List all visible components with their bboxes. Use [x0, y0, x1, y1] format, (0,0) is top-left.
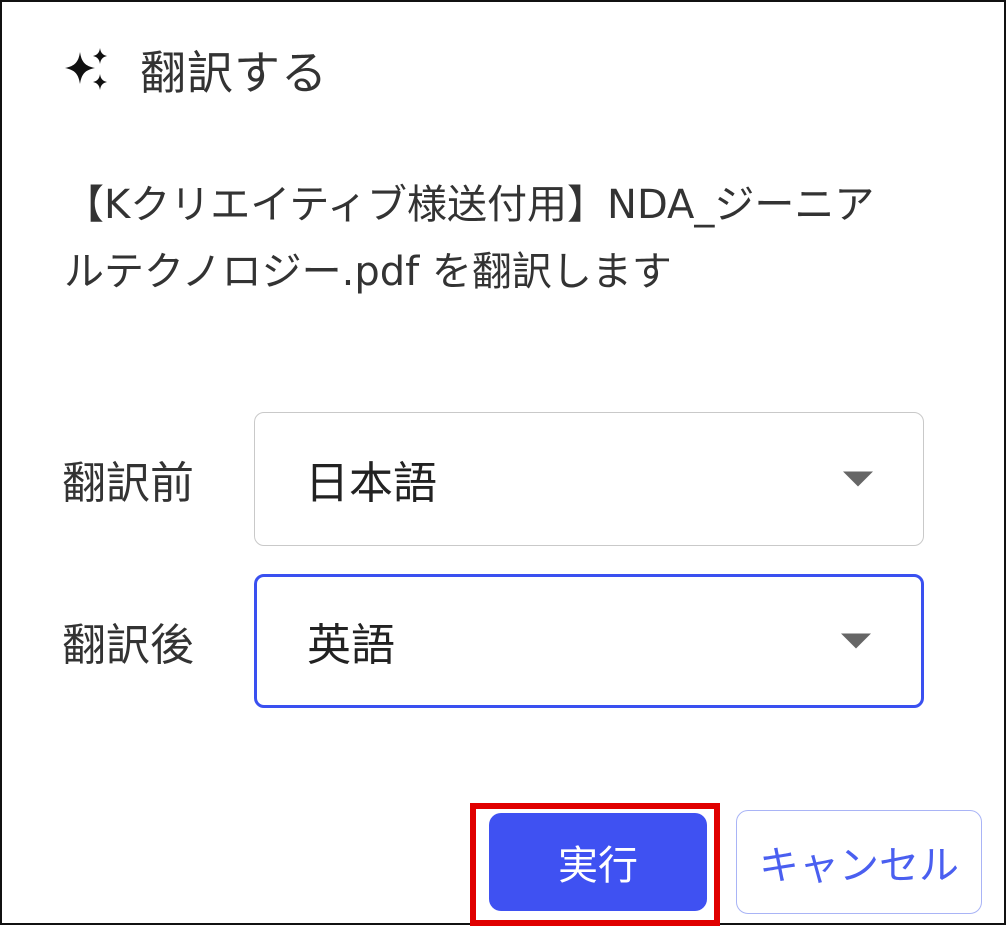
cancel-button[interactable]: キャンセル	[736, 810, 982, 914]
target-language-value: 英語	[307, 620, 395, 671]
source-language-label: 翻訳前	[62, 458, 194, 509]
translate-dialog: 翻訳する 【Kクリエイティブ様送付用】NDA_ジーニアルテクノロジー.pdf を…	[0, 0, 1006, 926]
source-language-value: 日本語	[305, 458, 437, 509]
source-language-select[interactable]: 日本語	[254, 412, 924, 546]
dialog-message: 【Kクリエイティブ様送付用】NDA_ジーニアルテクノロジー.pdf を翻訳します	[64, 182, 875, 295]
dropdown-arrow-icon	[841, 633, 871, 649]
dialog-title: 翻訳する	[140, 46, 328, 100]
dropdown-arrow-icon	[843, 471, 873, 487]
target-language-label: 翻訳後	[62, 620, 194, 671]
sparkle-icon	[65, 48, 107, 90]
target-language-row: 翻訳後 英語	[62, 574, 924, 708]
target-language-select[interactable]: 英語	[254, 574, 924, 708]
dialog-header: 翻訳する	[62, 40, 328, 100]
execute-button[interactable]: 実行	[489, 813, 707, 911]
source-language-row: 翻訳前 日本語	[62, 412, 924, 546]
